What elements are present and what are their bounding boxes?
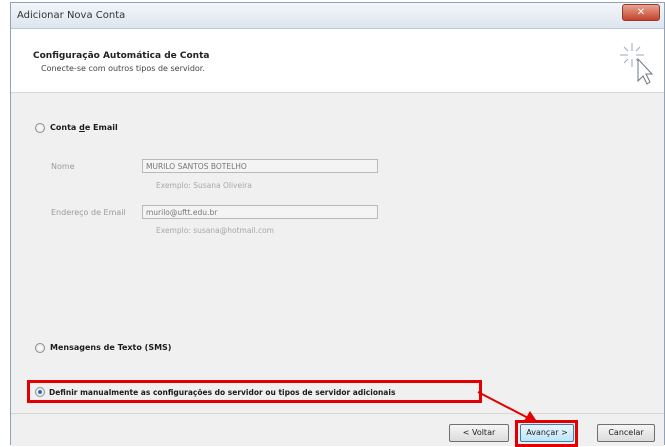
pointer-arrow [477,391,538,423]
